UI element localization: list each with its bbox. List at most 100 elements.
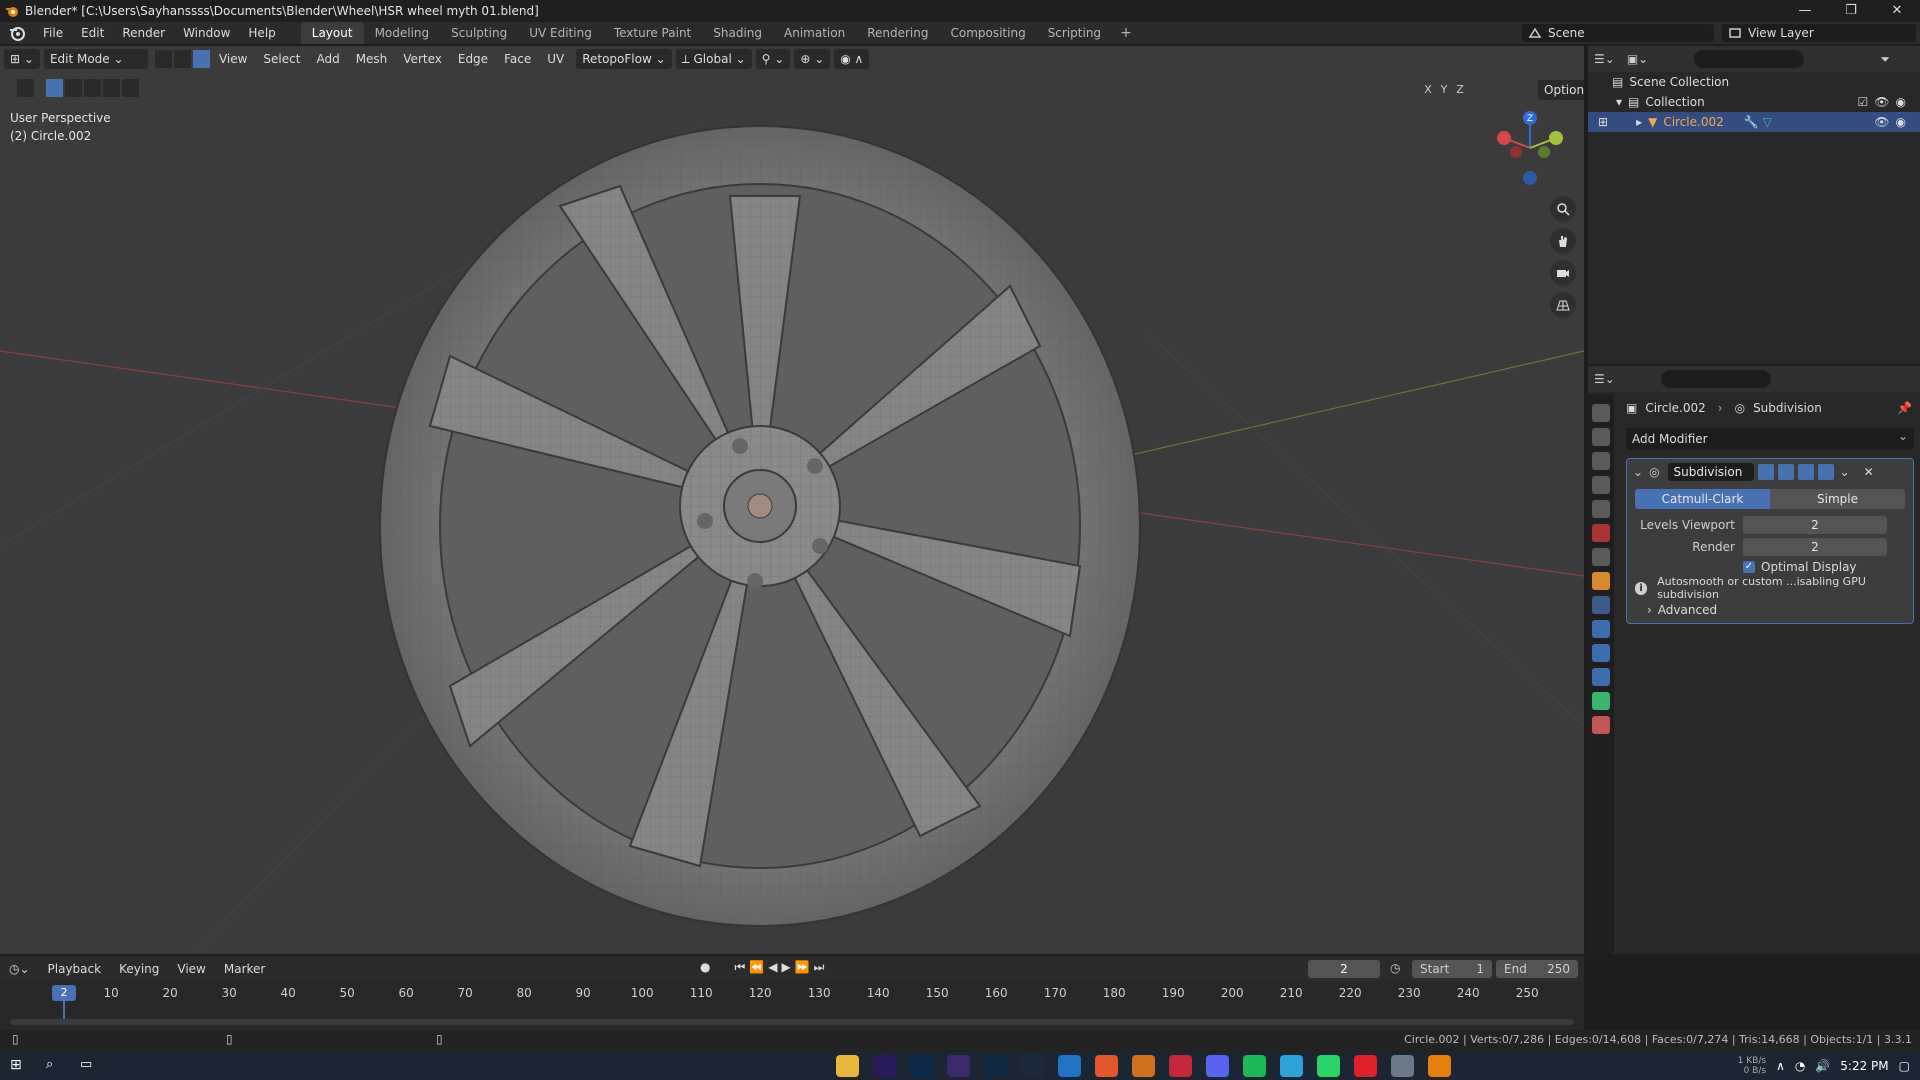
view-layer-tab-icon[interactable] xyxy=(1592,476,1610,494)
end-frame-field[interactable]: End 250 xyxy=(1496,960,1578,978)
menu-vertex[interactable]: Vertex xyxy=(395,52,450,66)
task-view-icon[interactable]: ▭ xyxy=(80,1057,92,1072)
whatsapp-icon[interactable] xyxy=(1317,1055,1340,1077)
viewport-toggle-icon[interactable] xyxy=(1797,464,1814,480)
render-tab-icon[interactable] xyxy=(1592,428,1610,446)
options-button[interactable]: Options xyxy=(1538,80,1584,100)
render-levels-field[interactable]: 2 xyxy=(1743,538,1887,556)
tab-sculpting[interactable]: Sculpting xyxy=(440,22,518,44)
photoshop-icon[interactable] xyxy=(910,1055,933,1077)
opera-icon[interactable] xyxy=(1354,1055,1377,1077)
vertex-select-icon[interactable] xyxy=(153,49,173,69)
scene-collection-row[interactable]: ▤ Scene Collection xyxy=(1588,72,1920,92)
advanced-subpanel[interactable]: › Advanced xyxy=(1627,599,1913,621)
blender-menu-icon[interactable] xyxy=(8,24,26,42)
menu-edit[interactable]: Edit xyxy=(72,22,113,44)
windows-start-icon[interactable]: ⊞ xyxy=(10,1057,22,1073)
lightroom-icon[interactable] xyxy=(984,1055,1007,1077)
play-icon[interactable]: ▶ xyxy=(781,960,790,975)
menu-add[interactable]: Add xyxy=(308,52,347,66)
proportional-edit-icon[interactable]: ◉ ∧ xyxy=(834,49,870,69)
intersect-selection-icon[interactable] xyxy=(121,78,140,98)
checkbox-checked-icon[interactable]: ✓ xyxy=(1743,561,1755,573)
app-icon[interactable] xyxy=(1391,1055,1414,1077)
volume-icon[interactable]: 🔊 xyxy=(1815,1059,1830,1073)
output-tab-icon[interactable] xyxy=(1592,452,1610,470)
tray-chevron-icon[interactable]: ∧ xyxy=(1776,1059,1785,1073)
after-effects-icon[interactable] xyxy=(873,1055,896,1077)
tab-modeling[interactable]: Modeling xyxy=(364,22,441,44)
subtract-selection-icon[interactable] xyxy=(83,78,102,98)
object-tab-icon[interactable] xyxy=(1592,572,1610,590)
menu-face[interactable]: Face xyxy=(496,52,539,66)
material-tab-icon[interactable] xyxy=(1592,716,1610,734)
select-box-icon[interactable] xyxy=(16,78,35,98)
firefox-icon[interactable] xyxy=(1095,1055,1118,1077)
tab-layout[interactable]: Layout xyxy=(300,22,364,44)
physics-tab-icon[interactable] xyxy=(1592,644,1610,662)
zoom-icon[interactable] xyxy=(1550,196,1576,222)
pan-hand-icon[interactable] xyxy=(1550,228,1576,254)
pin-icon[interactable]: 📌 xyxy=(1897,401,1912,415)
wifi-icon[interactable]: ◔ xyxy=(1795,1059,1805,1073)
tool-tab-icon[interactable] xyxy=(1592,404,1610,422)
jump-keyframe-back-icon[interactable]: ⏪ xyxy=(749,960,764,975)
spotify-icon[interactable] xyxy=(1243,1055,1266,1077)
frame-ruler[interactable]: 2 10 20 30 40 50 60 70 80 90 100 110 120 130 140 150 16… xyxy=(0,984,1584,1021)
tab-animation[interactable]: Animation xyxy=(773,22,856,44)
render-toggle-icon[interactable] xyxy=(1817,464,1834,480)
menu-marker[interactable]: Marker xyxy=(215,962,274,976)
tab-shading[interactable]: Shading xyxy=(702,22,773,44)
eye-icon[interactable]: 👁 xyxy=(1874,115,1889,129)
chevron-down-icon[interactable]: ▾ xyxy=(1616,95,1622,109)
collection-tab-icon[interactable] xyxy=(1592,548,1610,566)
collection-row[interactable]: ▾ ▤ Collection ☑ 👁 ◉ xyxy=(1588,92,1920,112)
scene-selector[interactable]: Scene xyxy=(1522,24,1714,42)
add-modifier-dropdown[interactable]: Add Modifier xyxy=(1626,425,1914,450)
start-frame-field[interactable]: Start 1 xyxy=(1412,960,1492,978)
telegram-icon[interactable] xyxy=(1280,1055,1303,1077)
invert-selection-icon[interactable] xyxy=(102,78,121,98)
grid-perspective-icon[interactable] xyxy=(1550,292,1576,318)
outliner-editor-icon[interactable]: ☰⌄ xyxy=(1594,52,1615,66)
camera-icon[interactable] xyxy=(1550,260,1576,286)
3d-viewport[interactable]: ⊞ ⌄ Edit Mode ⌄ View Select Add Mesh Ver… xyxy=(0,46,1584,954)
menu-select[interactable]: Select xyxy=(255,52,308,66)
menu-uv[interactable]: UV xyxy=(539,52,572,66)
outliner-search-input[interactable] xyxy=(1694,50,1805,68)
set-new-selection-icon[interactable] xyxy=(45,78,64,98)
simple-button[interactable]: Simple xyxy=(1770,489,1905,509)
navigation-gizmo[interactable]: Z xyxy=(1490,108,1570,188)
menu-timeline-view[interactable]: View xyxy=(168,962,214,976)
modifier-name-field[interactable]: Subdivision xyxy=(1667,463,1754,481)
current-frame-indicator[interactable]: 2 xyxy=(52,985,76,1001)
notification-icon[interactable]: ▢ xyxy=(1899,1059,1910,1073)
file-explorer-icon[interactable] xyxy=(836,1055,859,1077)
chevron-down-icon[interactable]: ⌄ xyxy=(1633,465,1643,479)
add-workspace-button[interactable]: + xyxy=(1112,25,1140,41)
steam-icon[interactable] xyxy=(1021,1055,1044,1077)
close-button[interactable]: ✕ xyxy=(1874,0,1920,22)
menu-mesh[interactable]: Mesh xyxy=(348,52,396,66)
extend-selection-icon[interactable] xyxy=(64,78,83,98)
tab-compositing[interactable]: Compositing xyxy=(939,22,1036,44)
play-reverse-icon[interactable]: ◀ xyxy=(768,960,777,975)
vscode-icon[interactable] xyxy=(1058,1055,1081,1077)
modifier-tab-icon[interactable] xyxy=(1592,596,1610,614)
eye-icon[interactable]: 👁 xyxy=(1874,95,1889,109)
scene-tab-icon[interactable] xyxy=(1592,500,1610,518)
close-icon[interactable]: ✕ xyxy=(1864,465,1874,479)
catmull-clark-button[interactable]: Catmull-Clark xyxy=(1635,489,1770,509)
jump-start-icon[interactable]: ⏮ xyxy=(734,960,745,975)
constraints-tab-icon[interactable] xyxy=(1592,668,1610,686)
edge-select-icon[interactable] xyxy=(172,49,192,69)
snap-icon[interactable]: ⊕ ⌄ xyxy=(794,49,831,69)
menu-window[interactable]: Window xyxy=(174,22,239,44)
particles-tab-icon[interactable] xyxy=(1592,620,1610,638)
data-tab-icon[interactable] xyxy=(1592,692,1610,710)
menu-playback[interactable]: Playback xyxy=(39,962,111,976)
chevron-down-icon[interactable]: ⌄ xyxy=(1840,465,1850,479)
editor-type-button[interactable]: ⊞ ⌄ xyxy=(4,49,40,69)
filter-icon[interactable]: ⏷ xyxy=(1880,52,1890,67)
search-icon[interactable]: ⌕ xyxy=(46,1057,53,1072)
